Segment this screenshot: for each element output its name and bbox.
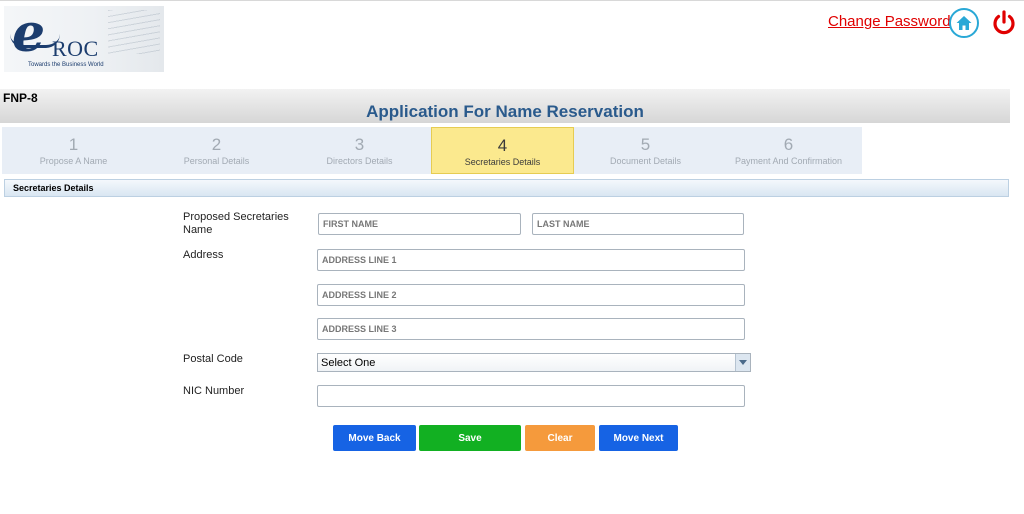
logo-background-document <box>108 10 160 54</box>
step-number: 6 <box>783 135 794 154</box>
step-label: Document Details <box>609 156 682 166</box>
step-label: Propose A Name <box>39 156 108 166</box>
section-header: Secretaries Details <box>4 179 1009 197</box>
section-title: Secretaries Details <box>13 183 94 193</box>
title-bar: FNP-8 Application For Name Reservation <box>0 89 1010 123</box>
postal-code-value: Select One <box>321 357 376 369</box>
step-payment-and-confirmation[interactable]: 6 Payment And Confirmation <box>717 127 860 174</box>
step-document-details[interactable]: 5 Document Details <box>574 127 717 174</box>
home-icon <box>956 16 972 30</box>
step-propose-a-name[interactable]: 1 Propose A Name <box>2 127 145 174</box>
page-title: Application For Name Reservation <box>366 102 644 121</box>
logo-text: ROC <box>52 36 99 61</box>
step-number: 2 <box>211 135 222 154</box>
move-next-button[interactable]: Move Next <box>599 425 678 451</box>
address-label: Address <box>183 249 224 261</box>
step-label: Secretaries Details <box>464 157 541 167</box>
wizard-steps: 1 Propose A Name 2 Personal Details 3 Di… <box>2 127 862 174</box>
step-label: Payment And Confirmation <box>734 156 843 166</box>
step-secretaries-details[interactable]: 4 Secretaries Details <box>431 127 574 174</box>
nic-number-label: NIC Number <box>183 385 245 397</box>
logo-letter: e <box>12 6 46 64</box>
step-number: 1 <box>68 135 79 154</box>
step-number: 3 <box>354 135 365 154</box>
chevron-down-icon[interactable] <box>735 354 750 371</box>
save-button[interactable]: Save <box>419 425 521 451</box>
nic-number-input[interactable] <box>317 385 745 407</box>
home-button[interactable] <box>949 8 979 38</box>
postal-code-select[interactable]: Select One <box>317 353 751 372</box>
postal-code-label: Postal Code <box>183 353 243 365</box>
address-line-3-input[interactable] <box>317 318 745 340</box>
step-label: Directors Details <box>326 156 393 166</box>
address-line-2-input[interactable] <box>317 284 745 306</box>
logout-button[interactable] <box>989 8 1019 38</box>
proposed-secretaries-name-label: Proposed Secretaries Name <box>183 211 289 236</box>
clear-button[interactable]: Clear <box>525 425 595 451</box>
logo-tagline: Towards the Business World <box>28 62 104 68</box>
move-back-button[interactable]: Move Back <box>333 425 416 451</box>
change-password-link[interactable]: Change Password <box>828 13 951 30</box>
step-number: 5 <box>640 135 651 154</box>
first-name-input[interactable] <box>318 213 521 235</box>
step-label: Personal Details <box>183 156 250 166</box>
eroc-logo: e ROC Towards the Business World <box>4 6 164 72</box>
step-directors-details[interactable]: 3 Directors Details <box>288 127 431 174</box>
address-line-1-input[interactable] <box>317 249 745 271</box>
last-name-input[interactable] <box>532 213 744 235</box>
step-personal-details[interactable]: 2 Personal Details <box>145 127 288 174</box>
power-icon <box>993 10 1015 35</box>
step-number: 4 <box>497 136 508 155</box>
top-divider <box>0 0 1024 1</box>
